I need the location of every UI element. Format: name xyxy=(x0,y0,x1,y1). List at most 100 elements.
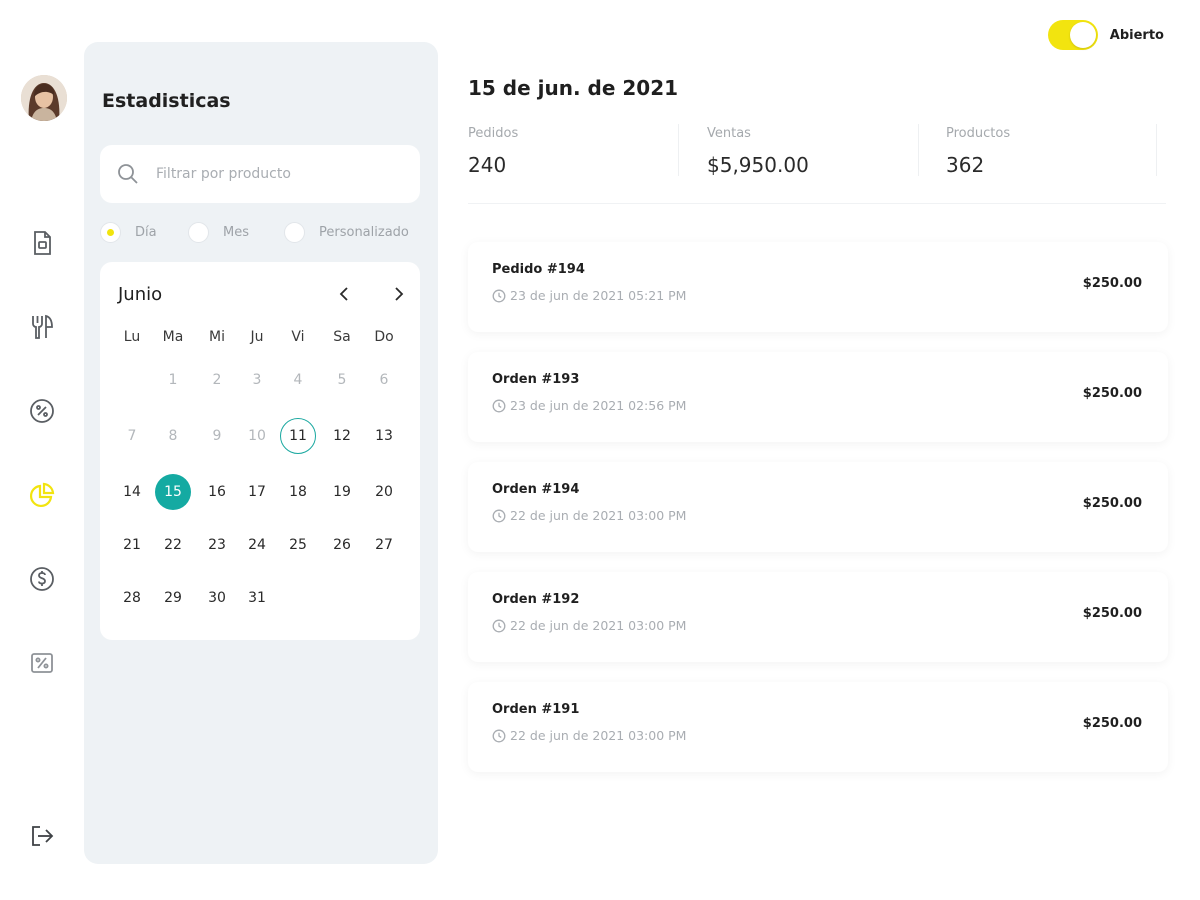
calendar-weekday: Lu xyxy=(123,329,141,345)
stat-divider xyxy=(918,124,919,176)
toggle-switch[interactable] xyxy=(1047,20,1098,50)
calendar-day[interactable]: 18 xyxy=(280,474,316,510)
calendar-day[interactable]: 10 xyxy=(239,418,275,454)
stat-products: Productos 362 xyxy=(946,120,1178,190)
order-time: 23 de jun de 2021 05:21 PM xyxy=(492,288,686,303)
clock-icon xyxy=(492,729,506,742)
order-card[interactable]: Orden #194 22 de jun de 2021 03:00 PM $2… xyxy=(468,462,1168,552)
calendar-day[interactable]: 3 xyxy=(239,362,275,398)
calendar-weekday: Sa xyxy=(333,329,351,345)
order-time-text: 22 de jun de 2021 03:00 PM xyxy=(510,728,687,743)
calendar-prev-button[interactable] xyxy=(333,282,357,306)
calendar-day[interactable]: 2 xyxy=(199,362,235,398)
utensils-icon xyxy=(32,314,53,339)
date-title: 15 de jun. de 2021 xyxy=(468,76,679,100)
calendar-day[interactable]: 26 xyxy=(324,527,360,563)
order-card[interactable]: Orden #193 23 de jun de 2021 02:56 PM $2… xyxy=(468,352,1168,442)
calendar-day-selected[interactable]: 15 xyxy=(155,474,191,510)
calendar-day[interactable]: 6 xyxy=(366,362,402,398)
order-time-text: 22 de jun de 2021 03:00 PM xyxy=(510,508,687,523)
stat-value: $5,950.00 xyxy=(707,153,809,177)
stats-summary: Pedidos 240 Ventas $5,950.00 Productos 3… xyxy=(468,120,1166,204)
radio-button[interactable] xyxy=(188,222,209,243)
period-option-month[interactable]: Mes xyxy=(188,222,249,243)
order-time-text: 23 de jun de 2021 02:56 PM xyxy=(510,398,687,413)
calendar-day[interactable]: 14 xyxy=(114,474,150,510)
period-option-day[interactable]: Día xyxy=(100,222,157,243)
calendar-day[interactable]: 12 xyxy=(324,418,360,454)
calendar-day[interactable]: 8 xyxy=(155,418,191,454)
stat-divider xyxy=(678,124,679,176)
order-title: Orden #191 xyxy=(492,702,580,717)
calendar-day[interactable]: 7 xyxy=(114,418,150,454)
dollar-coin-icon xyxy=(30,567,54,591)
calendar-day[interactable]: 5 xyxy=(324,362,360,398)
order-card[interactable]: Pedido #194 23 de jun de 2021 05:21 PM $… xyxy=(468,242,1168,332)
search-input[interactable] xyxy=(156,166,406,182)
calendar-day[interactable]: 22 xyxy=(155,527,191,563)
radio-button[interactable] xyxy=(284,222,305,243)
calendar-day[interactable]: 16 xyxy=(199,474,235,510)
calendar-weekday: Ma xyxy=(162,329,184,345)
toggle-knob xyxy=(1069,22,1096,48)
order-title: Orden #193 xyxy=(492,372,580,387)
statistics-panel: Estadisticas Día Mes Personalizado xyxy=(84,42,438,864)
calendar-day[interactable]: 13 xyxy=(366,418,402,454)
avatar[interactable] xyxy=(21,75,67,121)
radio-button[interactable] xyxy=(100,222,121,243)
percent-tag-icon xyxy=(31,653,53,673)
period-option-label: Día xyxy=(135,225,157,240)
order-title: Orden #194 xyxy=(492,482,580,497)
order-card[interactable]: Orden #192 22 de jun de 2021 03:00 PM $2… xyxy=(468,572,1168,662)
calendar-day[interactable]: 11 xyxy=(280,418,316,454)
calendar-day[interactable]: 17 xyxy=(239,474,275,510)
order-title: Pedido #194 xyxy=(492,262,585,277)
discount-badge-icon xyxy=(30,399,54,423)
chevron-right-icon xyxy=(395,287,404,301)
clock-icon xyxy=(492,289,506,302)
chevron-left-icon xyxy=(339,287,348,301)
store-status-toggle[interactable]: Abierto xyxy=(1047,20,1164,50)
order-amount: $250.00 xyxy=(1082,386,1142,401)
sidebar-item-menu[interactable] xyxy=(26,311,58,343)
sidebar-item-discounts[interactable] xyxy=(26,647,58,679)
calendar-day[interactable]: 4 xyxy=(280,362,316,398)
order-time-text: 22 de jun de 2021 03:00 PM xyxy=(510,618,687,633)
calendar: Junio Lu Ma Mi Ju Vi Sa Do 1 2 3 4 5 6 7 8 9 10 11 12 13 14 1… xyxy=(100,262,420,640)
calendar-day[interactable]: 1 xyxy=(155,362,191,398)
stat-label: Pedidos xyxy=(468,126,519,141)
logout-button[interactable] xyxy=(26,820,58,852)
app-root: Estadisticas Día Mes Personalizado xyxy=(0,0,1200,900)
calendar-day[interactable]: 28 xyxy=(114,580,150,616)
sidebar-item-statistics[interactable] xyxy=(26,479,58,511)
stat-sales: Ventas $5,950.00 xyxy=(707,120,939,190)
period-option-label: Mes xyxy=(223,225,249,240)
order-time-text: 23 de jun de 2021 05:21 PM xyxy=(510,288,687,303)
calendar-day[interactable]: 23 xyxy=(199,527,235,563)
calendar-day[interactable]: 29 xyxy=(155,580,191,616)
product-search[interactable] xyxy=(100,145,420,203)
calendar-day[interactable]: 27 xyxy=(366,527,402,563)
sidebar-item-promotions[interactable] xyxy=(26,395,58,427)
order-amount: $250.00 xyxy=(1082,606,1142,621)
period-option-custom[interactable]: Personalizado xyxy=(284,222,409,243)
calendar-weekday: Vi xyxy=(291,329,305,345)
order-card[interactable]: Orden #191 22 de jun de 2021 03:00 PM $2… xyxy=(468,682,1168,772)
calendar-day[interactable]: 24 xyxy=(239,527,275,563)
calendar-day[interactable]: 20 xyxy=(366,474,402,510)
calendar-day[interactable]: 19 xyxy=(324,474,360,510)
order-time: 22 de jun de 2021 03:00 PM xyxy=(492,728,686,743)
calendar-day[interactable]: 21 xyxy=(114,527,150,563)
calendar-day[interactable]: 31 xyxy=(239,580,275,616)
sidebar-item-documents[interactable] xyxy=(26,227,58,259)
calendar-next-button[interactable] xyxy=(386,282,410,306)
document-icon xyxy=(34,231,51,255)
calendar-day[interactable]: 9 xyxy=(199,418,235,454)
stat-value: 362 xyxy=(946,153,985,177)
calendar-day[interactable]: 25 xyxy=(280,527,316,563)
sidebar-item-finance[interactable] xyxy=(26,563,58,595)
calendar-day[interactable]: 30 xyxy=(199,580,235,616)
order-time: 22 de jun de 2021 03:00 PM xyxy=(492,508,686,523)
order-time: 22 de jun de 2021 03:00 PM xyxy=(492,618,686,633)
clock-icon xyxy=(492,509,506,522)
